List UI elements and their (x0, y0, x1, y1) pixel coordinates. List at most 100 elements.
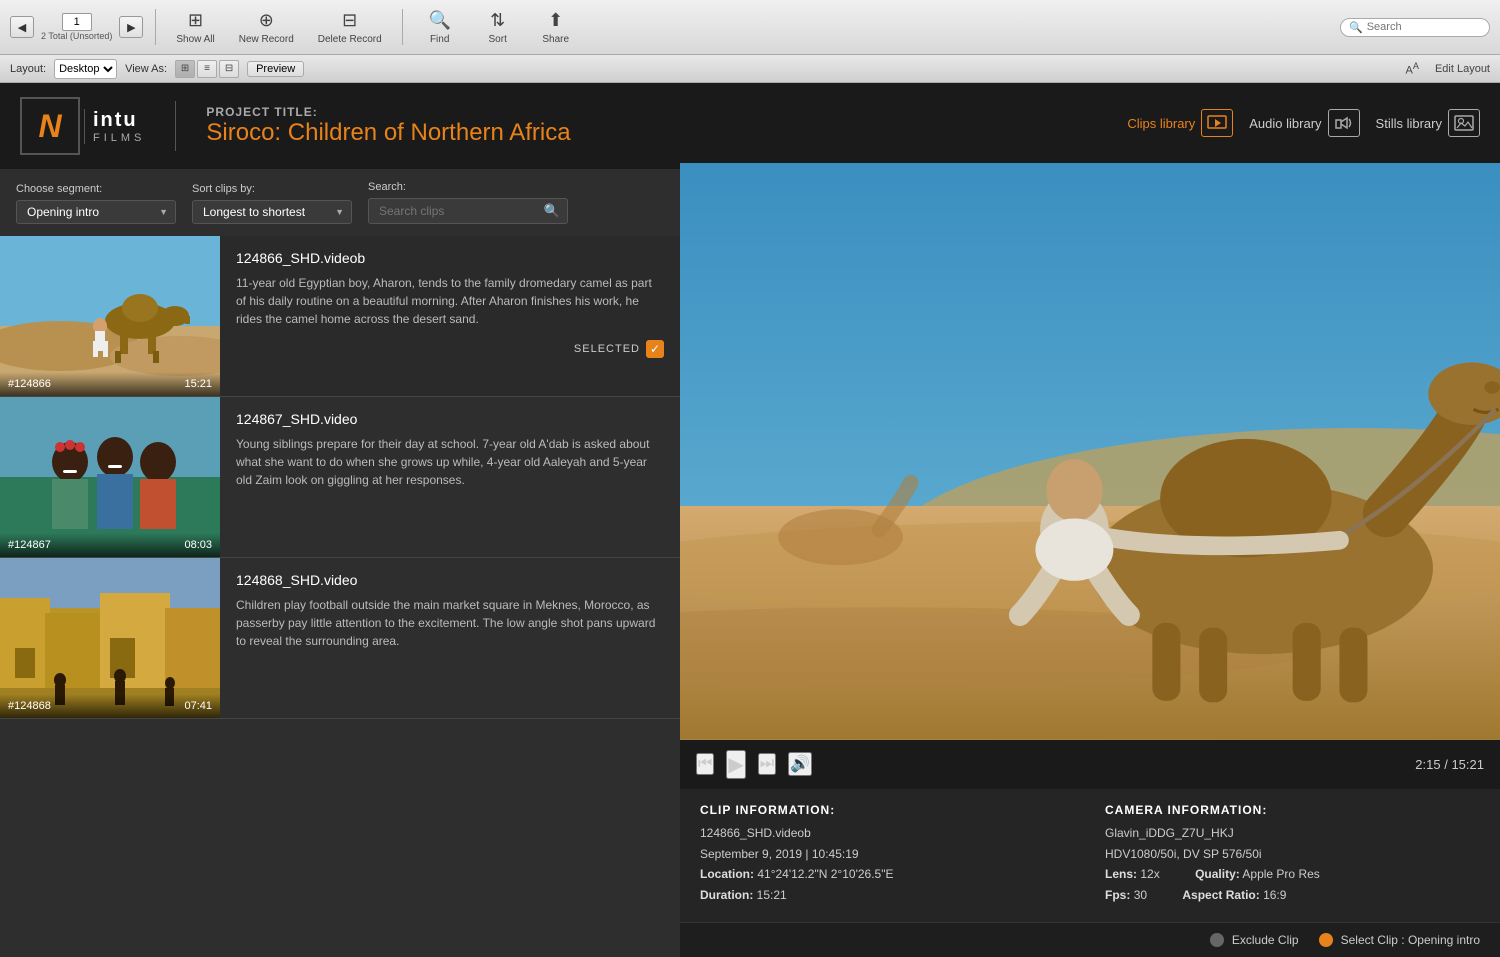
select-toggle[interactable] (1319, 933, 1333, 947)
segment-select-wrap: Opening intro (16, 200, 176, 224)
share-icon: ⬆ (548, 10, 563, 31)
record-input[interactable] (62, 13, 92, 31)
clips-library-button[interactable]: Clips library (1127, 109, 1233, 137)
new-record-button[interactable]: ⊕ New Record (231, 6, 302, 49)
font-size-button[interactable]: AA (1406, 61, 1419, 77)
controls-bar: Choose segment: Opening intro Sort clips… (0, 169, 680, 236)
camera-info-section: CAMERA INFORMATION: Glavin_iDDG_Z7U_HKJ … (1105, 803, 1480, 908)
prev-record-button[interactable]: ◀ (10, 16, 34, 38)
header-divider (175, 101, 176, 151)
skip-forward-button[interactable]: ⏭ (758, 753, 776, 775)
clip-info-date: September 9, 2019 | 10:45:19 (700, 846, 1075, 863)
logo-film: N (20, 97, 80, 155)
search-clips-input[interactable] (368, 198, 568, 224)
view-as-label: View As: (125, 63, 167, 75)
exclude-clip-action[interactable]: Exclude Clip (1210, 933, 1299, 947)
quality-value: Apple Pro Res (1242, 867, 1319, 881)
volume-button[interactable]: 🔊 (788, 752, 812, 776)
sort-icon: ⇅ (490, 10, 505, 31)
current-time: 2:15 (1415, 757, 1440, 772)
delete-record-icon: ⊟ (342, 10, 357, 31)
clip-item[interactable]: #124867 08:03 124867_SHD.video Young sib… (0, 397, 680, 558)
preview-button[interactable]: Preview (247, 61, 304, 77)
search-wrap: 🔍 (368, 198, 568, 224)
skip-back-button[interactable]: ⏮ (696, 753, 714, 775)
right-header: Clips library Audio library (680, 83, 1500, 163)
divider-2 (402, 9, 403, 45)
delete-record-label: Delete Record (318, 34, 382, 45)
play-button[interactable]: ▶ (726, 750, 745, 779)
clip-info-3: 124868_SHD.video Children play football … (220, 558, 680, 718)
divider-1 (155, 9, 156, 45)
total-time: 15:21 (1451, 757, 1484, 772)
new-record-icon: ⊕ (259, 10, 274, 31)
stills-library-button[interactable]: Stills library (1376, 109, 1480, 137)
logo-letter: N (38, 108, 61, 145)
fps-value: 30 (1134, 888, 1147, 902)
clip-info-2: 124867_SHD.video Young siblings prepare … (220, 397, 680, 557)
video-controls: ⏮ ▶ ⏭ 🔊 2:15 / 15:21 (680, 740, 1500, 789)
audio-library-label: Audio library (1249, 116, 1321, 131)
view-table-button[interactable]: ⊟ (219, 60, 239, 78)
exclude-toggle[interactable] (1210, 933, 1224, 947)
selected-checkbox[interactable]: ✓ (646, 340, 664, 358)
segment-group: Choose segment: Opening intro (16, 183, 176, 224)
clip-item[interactable]: #124868 07:41 124868_SHD.video Children … (0, 558, 680, 719)
show-all-button[interactable]: ⊞ Show All (168, 6, 222, 49)
share-button[interactable]: ⬆ Share (531, 6, 581, 49)
sort-button[interactable]: ⇅ Sort (473, 6, 523, 49)
library-nav: Clips library Audio library (1127, 109, 1480, 137)
edit-layout-button[interactable]: Edit Layout (1435, 63, 1490, 75)
selected-badge: SELECTED ✓ (236, 340, 664, 358)
app-header: N intu FILMS PROJECT TITLE: Siroco: Chil… (0, 83, 680, 169)
clip-item[interactable]: #124866 15:21 124866_SHD.videob 11-year … (0, 236, 680, 397)
segment-select[interactable]: Opening intro (16, 200, 176, 224)
quality-label: Quality: (1195, 867, 1240, 881)
segment-label: Choose segment: (16, 183, 176, 195)
action-bar: Exclude Clip Select Clip : Opening intro (680, 922, 1500, 957)
next-record-button[interactable]: ▶ (119, 16, 143, 38)
desert-scene (680, 163, 1500, 740)
camera-fps-aspect: Fps: 30 Aspect Ratio: 16:9 (1105, 887, 1480, 904)
sort-clips-label: Sort clips by: (192, 183, 352, 195)
toolbar-search: 🔍 (1340, 18, 1490, 37)
selected-label: SELECTED (574, 343, 640, 355)
delete-record-button[interactable]: ⊟ Delete Record (310, 6, 390, 49)
camera-name: Glavin_iDDG_Z7U_HKJ (1105, 825, 1480, 842)
clip-info-section: CLIP INFORMATION: 124866_SHD.videob Sept… (700, 803, 1075, 908)
toolbar-search-input[interactable] (1367, 21, 1487, 33)
clip-filename-3: 124868_SHD.video (236, 572, 664, 588)
clip-description-3: Children play football outside the main … (236, 596, 664, 650)
sort-group: Sort clips by: Longest to shortest (192, 183, 352, 224)
view-list-button[interactable]: ≡ (197, 60, 217, 78)
audio-library-icon (1328, 109, 1360, 137)
record-counter: 2 Total (Unsorted) (41, 13, 112, 41)
clip-filename-1: 124866_SHD.videob (236, 250, 664, 266)
audio-library-button[interactable]: Audio library (1249, 109, 1359, 137)
show-all-icon: ⊞ (188, 10, 203, 31)
find-label: Find (430, 34, 449, 45)
clip-thumbnail: #124868 07:41 (0, 558, 220, 718)
layout-select[interactable]: Desktop (54, 59, 117, 79)
time-display: 2:15 / 15:21 (1415, 757, 1484, 772)
project-title: Siroco: Children of Northern Africa (206, 119, 660, 147)
location-value: 41°24'12.2"N 2°10'26.5"E (757, 867, 893, 881)
right-panel: Clips library Audio library (680, 83, 1500, 957)
find-button[interactable]: 🔍 Find (415, 6, 465, 49)
exclude-label: Exclude Clip (1232, 933, 1299, 947)
clip-info-location: Location: 41°24'12.2"N 2°10'26.5"E (700, 866, 1075, 883)
view-icon-button[interactable]: ⊞ (175, 60, 195, 78)
clip-id-2: #124867 (8, 539, 51, 551)
info-panel: CLIP INFORMATION: 124866_SHD.videob Sept… (680, 789, 1500, 922)
clip-duration-1: 15:21 (184, 378, 212, 390)
logo-area: N intu FILMS (20, 97, 145, 155)
duration-value: 15:21 (757, 888, 787, 902)
record-navigation: ◀ 2 Total (Unsorted) ▶ (10, 13, 143, 41)
search-label: Search: (368, 181, 568, 193)
clip-description-2: Young siblings prepare for their day at … (236, 435, 664, 489)
select-clip-action[interactable]: Select Clip : Opening intro (1319, 933, 1480, 947)
main-content: N intu FILMS PROJECT TITLE: Siroco: Chil… (0, 83, 1500, 957)
sort-select[interactable]: Longest to shortest (192, 200, 352, 224)
aspect-label: Aspect Ratio: (1182, 888, 1259, 902)
camera-spec: HDV1080/50i, DV SP 576/50i (1105, 846, 1480, 863)
